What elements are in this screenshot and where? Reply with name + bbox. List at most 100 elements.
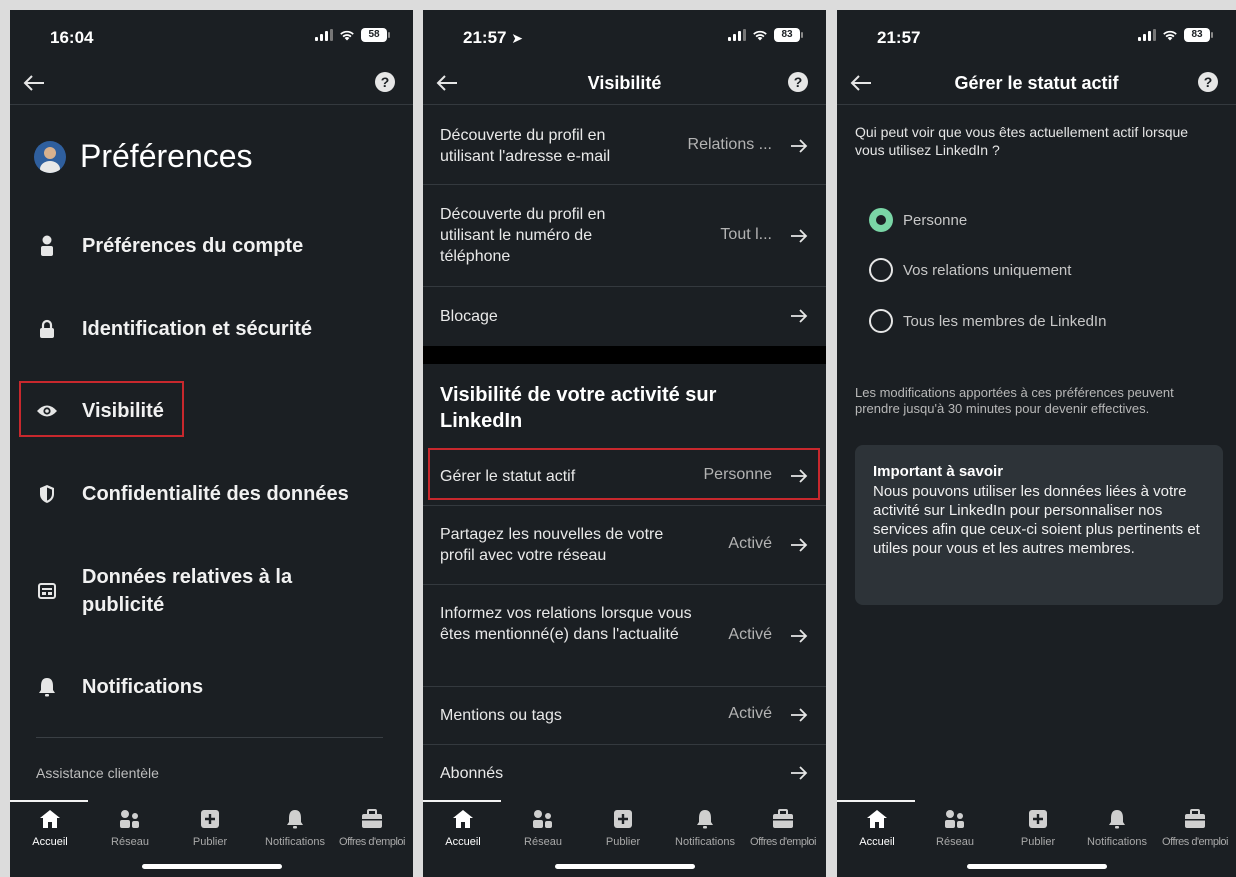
arrow-right-icon [791, 139, 808, 153]
radio-unselected-icon [869, 258, 893, 282]
bell-icon [665, 808, 745, 830]
radio-option-all-members[interactable]: Tous les membres de LinkedIn [869, 309, 1106, 333]
ad-card-icon [36, 580, 58, 602]
screen-visibility: 21:57 ➤ 83 Visibilité ? Découverte du pr… [423, 10, 826, 877]
arrow-right-icon [791, 229, 808, 243]
back-arrow-icon[interactable] [22, 72, 46, 94]
radio-option-connections[interactable]: Vos relations uniquement [869, 258, 1071, 282]
network-icon [915, 808, 995, 830]
person-icon [36, 235, 58, 257]
tab-home[interactable]: Accueil [423, 808, 503, 848]
battery-icon: 83 [774, 28, 803, 42]
customer-support-heading[interactable]: Assistance clientèle [36, 765, 159, 781]
row-followers[interactable]: Abonnés [423, 745, 826, 800]
tab-network[interactable]: Réseau [503, 808, 583, 848]
section-separator [423, 346, 826, 364]
menu-item-account-preferences[interactable]: Préférences du compte [36, 232, 303, 260]
page-title: Préférences [80, 138, 253, 174]
menu-item-data-privacy[interactable]: Confidentialité des données [36, 480, 349, 508]
arrow-right-icon [791, 629, 808, 643]
tab-jobs[interactable]: Offres d'emploi [743, 808, 823, 848]
signal-icon [1138, 29, 1156, 41]
tab-bar: Accueil Réseau Publier Notifications Off… [10, 800, 413, 877]
shield-icon [36, 483, 58, 505]
status-time: 21:57 [877, 28, 921, 47]
home-icon [423, 808, 503, 830]
status-time: 21:57 ➤ [463, 28, 523, 47]
row-phone-discovery[interactable]: Découverte du profil en utilisant le num… [423, 185, 826, 287]
home-indicator [966, 864, 1107, 869]
tab-publish[interactable]: Publier [583, 808, 663, 848]
tab-notifications[interactable]: Notifications [1077, 808, 1157, 848]
arrow-right-icon [791, 538, 808, 552]
tab-bar: Accueil Réseau Publier Notifications Off… [423, 800, 826, 877]
tab-publish[interactable]: Publier [170, 808, 250, 848]
status-time: 16:04 [50, 28, 94, 47]
screen-active-status: 21:57 83 Gérer le statut actif ? Qui peu… [837, 10, 1236, 877]
help-icon[interactable]: ? [375, 72, 395, 92]
briefcase-icon [1155, 808, 1235, 830]
location-arrow-icon: ➤ [511, 30, 523, 46]
tab-home[interactable]: Accueil [837, 808, 917, 848]
plus-square-icon [998, 808, 1078, 830]
status-bar: 21:57 ➤ 83 [423, 10, 826, 62]
status-bar: 21:57 83 [837, 10, 1236, 62]
info-card-title: Important à savoir [873, 463, 1004, 480]
radio-option-nobody[interactable]: Personne [869, 208, 967, 232]
page-title: Visibilité [587, 73, 662, 93]
active-tab-indicator [837, 800, 915, 802]
status-bar: 16:04 58 [10, 10, 413, 62]
question-text: Qui peut voir que vous êtes actuellement… [855, 124, 1189, 158]
briefcase-icon [332, 808, 412, 830]
home-icon [10, 808, 90, 830]
tab-network[interactable]: Réseau [90, 808, 170, 848]
info-card-body: Nous pouvons utiliser les données liées … [873, 483, 1200, 557]
row-blocking[interactable]: Blocage [423, 287, 826, 346]
divider [36, 737, 383, 738]
tab-home[interactable]: Accueil [10, 808, 90, 848]
tab-notifications[interactable]: Notifications [665, 808, 745, 848]
active-tab-indicator [423, 800, 501, 802]
tab-network[interactable]: Réseau [915, 808, 995, 848]
row-share-profile-updates[interactable]: Partagez les nouvelles de votre profil a… [423, 506, 826, 585]
screen-preferences: 16:04 58 ? Préférences Préférences du co… [10, 10, 413, 877]
wifi-icon [340, 30, 354, 41]
radio-selected-icon [869, 208, 893, 232]
menu-item-ad-data[interactable]: Données relatives à la publicité [36, 563, 322, 619]
help-icon[interactable]: ? [788, 72, 808, 92]
tab-jobs[interactable]: Offres d'emploi [332, 808, 412, 848]
nav-bar: Visibilité ? [423, 62, 826, 105]
briefcase-icon [743, 808, 823, 830]
info-card: Important à savoir Nous pouvons utiliser… [855, 445, 1223, 605]
plus-square-icon [170, 808, 250, 830]
tab-publish[interactable]: Publier [998, 808, 1078, 848]
menu-item-notifications[interactable]: Notifications [36, 673, 203, 701]
battery-icon: 58 [361, 28, 390, 42]
signal-icon [315, 29, 333, 41]
menu-item-security[interactable]: Identification et sécurité [36, 315, 312, 343]
network-icon [503, 808, 583, 830]
lock-icon [36, 318, 58, 340]
wifi-icon [1163, 30, 1177, 41]
plus-square-icon [583, 808, 663, 830]
home-indicator [554, 864, 695, 869]
radio-unselected-icon [869, 309, 893, 333]
nav-bar: ? [10, 62, 413, 105]
info-note: Les modifications apportées à ces préfér… [855, 385, 1174, 416]
row-mentions-tags[interactable]: Mentions ou tags Activé [423, 687, 826, 745]
row-mention-notify[interactable]: Informez vos relations lorsque vous êtes… [423, 585, 826, 687]
network-icon [90, 808, 170, 830]
tab-notifications[interactable]: Notifications [255, 808, 335, 848]
signal-icon [728, 29, 746, 41]
active-tab-indicator [10, 800, 88, 802]
help-icon[interactable]: ? [1198, 72, 1218, 92]
highlight-box [19, 381, 184, 437]
battery-icon: 83 [1184, 28, 1213, 42]
arrow-right-icon [791, 708, 808, 722]
arrow-right-icon [791, 766, 808, 780]
row-email-discovery[interactable]: Découverte du profil en utilisant l'adre… [423, 106, 826, 185]
highlight-box [428, 448, 820, 500]
home-indicator [141, 864, 282, 869]
tab-jobs[interactable]: Offres d'emploi [1155, 808, 1235, 848]
home-icon [837, 808, 917, 830]
